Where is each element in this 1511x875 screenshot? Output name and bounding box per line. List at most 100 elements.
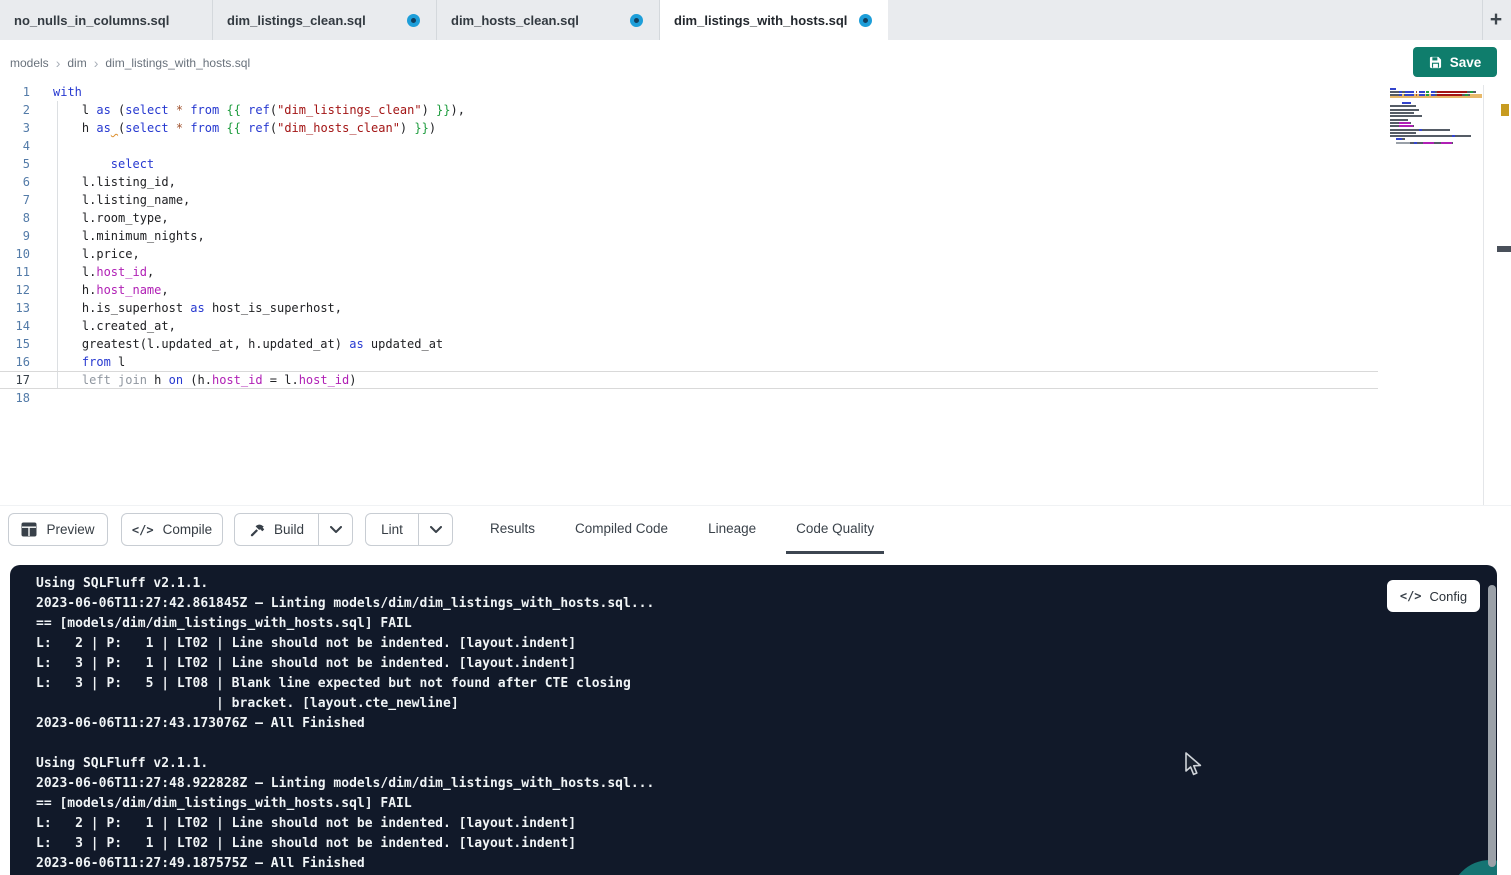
code-token: l.listing_name, (53, 193, 190, 207)
line-number: 7 (0, 191, 30, 209)
minimap-token (1413, 125, 1415, 127)
table-grid-icon (21, 522, 37, 537)
config-button[interactable]: </> Config (1387, 580, 1480, 612)
breadcrumb: models›dim›dim_listings_with_hosts.sql (10, 40, 250, 85)
breadcrumb-item[interactable]: models (10, 56, 49, 70)
minimap-token (1390, 119, 1408, 121)
code-line[interactable]: 5 select (0, 155, 1378, 173)
minimap-line (1390, 99, 1482, 101)
code-line[interactable]: 14 l.created_at, (0, 317, 1378, 335)
line-number: 3 (0, 119, 30, 137)
minimap-line (1390, 129, 1482, 131)
breadcrumb-item[interactable]: dim (67, 56, 86, 70)
preview-button[interactable]: Preview (8, 513, 108, 546)
code-line[interactable]: 16 from l (0, 353, 1378, 371)
build-dropdown-toggle[interactable] (319, 514, 352, 545)
editor-tab[interactable]: dim_listings_with_hosts.sql (660, 0, 888, 40)
save-button[interactable]: Save (1413, 47, 1497, 77)
code-token: ( (270, 121, 277, 135)
code-line[interactable]: 18 (0, 389, 1378, 407)
code-token: h. (53, 283, 96, 297)
code-brackets-icon: </> (1400, 589, 1422, 603)
save-button-label: Save (1450, 55, 1482, 70)
minimap[interactable] (1390, 88, 1482, 158)
code-line[interactable]: 17 left join h on (h.host_id = l.host_id… (0, 371, 1378, 389)
code-token: , (161, 283, 168, 297)
panel-tab-compiled-code[interactable]: Compiled Code (565, 506, 678, 554)
code-token: l (111, 355, 125, 369)
minimap-token (1390, 129, 1419, 131)
code-token: h (147, 373, 169, 387)
terminal-scrollbar[interactable] (1488, 585, 1496, 867)
minimap-line (1390, 125, 1482, 127)
code-line[interactable]: 8 l.room_type, (0, 209, 1378, 227)
code-line[interactable]: 12 h.host_name, (0, 281, 1378, 299)
panel-tab-code-quality[interactable]: Code Quality (786, 506, 884, 554)
code-editor[interactable]: 1with2 l as (select * from {{ ref("dim_l… (0, 85, 1511, 505)
code-token: {{ (226, 103, 240, 117)
build-button[interactable]: Build (235, 514, 319, 545)
preview-button-label: Preview (46, 522, 94, 537)
code-token: greatest(l.updated_at, h.updated_at) (53, 337, 349, 351)
code-token: on (169, 373, 183, 387)
lint-button[interactable]: Lint (366, 514, 419, 545)
code-line[interactable]: 6 l.listing_id, (0, 173, 1378, 191)
tab-label: dim_hosts_clean.sql (451, 13, 579, 28)
minimap-token (1390, 112, 1414, 114)
code-line[interactable]: 10 l.price, (0, 245, 1378, 263)
code-token: with (53, 85, 82, 99)
code-line[interactable]: 13 h.is_superhost as host_is_superhost, (0, 299, 1378, 317)
unsaved-changes-icon (630, 14, 643, 27)
minimap-line (1390, 145, 1482, 147)
minimap-line (1390, 132, 1482, 134)
code-token: l.listing_id, (53, 175, 176, 189)
compile-button-label: Compile (163, 522, 213, 537)
code-line[interactable]: 2 l as (select * from {{ ref("dim_listin… (0, 101, 1378, 119)
code-line[interactable]: 4 (0, 137, 1378, 155)
code-token: left join (82, 373, 147, 387)
minimap-token (1402, 138, 1405, 140)
minimap-token (1390, 94, 1399, 96)
minimap-line (1390, 115, 1482, 117)
code-text: l.listing_name, (53, 193, 190, 207)
compile-button[interactable]: </> Compile (121, 513, 223, 546)
minimap-line (1390, 138, 1482, 140)
code-line[interactable]: 1with (0, 83, 1378, 101)
panel-tab-results[interactable]: Results (480, 506, 545, 554)
code-line[interactable]: 15 greatest(l.updated_at, h.updated_at) … (0, 335, 1378, 353)
lint-dropdown-toggle[interactable] (419, 514, 452, 545)
code-token: ref (248, 121, 270, 135)
scroll-position-marker (1497, 246, 1511, 252)
breadcrumb-item[interactable]: dim_listings_with_hosts.sql (105, 56, 250, 70)
code-token: host_id (212, 373, 263, 387)
code-text: greatest(l.updated_at, h.updated_at) as … (53, 337, 443, 351)
code-token: select (125, 121, 168, 135)
code-line[interactable]: 9 l.minimum_nights, (0, 227, 1378, 245)
code-text: l.minimum_nights, (53, 229, 205, 243)
code-text: l.room_type, (53, 211, 169, 225)
code-token: , (147, 265, 154, 279)
code-line[interactable]: 7 l.listing_name, (0, 191, 1378, 209)
line-number: 10 (0, 245, 30, 263)
code-token: ref (248, 103, 270, 117)
code-text: h as (select * from {{ ref("dim_hosts_cl… (53, 121, 436, 135)
code-token: }} (436, 103, 450, 117)
code-token: ) (400, 121, 414, 135)
editor-tab[interactable]: dim_listings_clean.sql (213, 0, 437, 40)
code-line[interactable]: 3 h as (select * from {{ ref("dim_hosts_… (0, 119, 1378, 137)
hammer-icon (249, 522, 265, 538)
code-text: select (53, 157, 154, 171)
code-token: l (53, 103, 96, 117)
minimap-line (1390, 88, 1482, 90)
code-line[interactable]: 11 l.host_id, (0, 263, 1378, 281)
code-text: l.created_at, (53, 319, 176, 333)
minimap-token (1399, 125, 1413, 127)
panel-tab-lineage[interactable]: Lineage (698, 506, 766, 554)
new-tab-button[interactable]: + (1485, 8, 1507, 32)
code-token: l. (53, 265, 96, 279)
code-token: ) (429, 121, 436, 135)
editor-tab[interactable]: dim_hosts_clean.sql (437, 0, 660, 40)
minimap-line (1390, 122, 1482, 124)
editor-tab[interactable]: no_nulls_in_columns.sql (0, 0, 213, 40)
minimap-token (1399, 122, 1410, 124)
